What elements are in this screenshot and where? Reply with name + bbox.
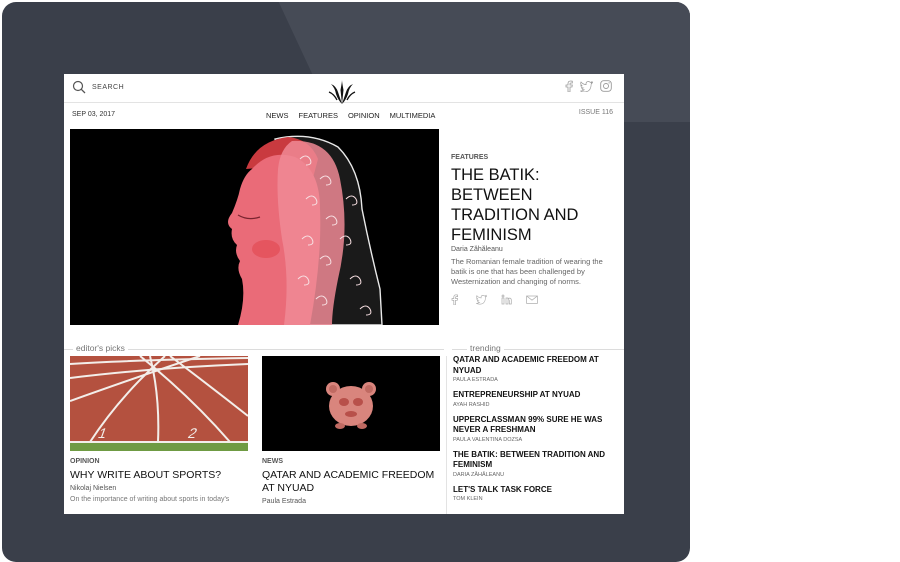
feature-title[interactable]: THE BATIK: BETWEEN TRADITION AND FEMINIS… xyxy=(451,165,616,245)
sub-bar: SEP 03, 2017 NEWS FEATURES OPINION MULTI… xyxy=(64,102,624,126)
issue-date: SEP 03, 2017 xyxy=(72,111,116,118)
trending-author: PAULA ESTRADA xyxy=(453,377,498,383)
trending-title[interactable]: THE BATIK: BETWEEN TRADITION AND FEMINIS… xyxy=(453,450,613,471)
mail-icon[interactable] xyxy=(526,292,538,304)
nav-opinion[interactable]: OPINION xyxy=(348,111,380,120)
social-links xyxy=(565,80,612,92)
nav-multimedia[interactable]: MULTIMEDIA xyxy=(390,111,436,120)
trending-item[interactable]: THE BATIK: BETWEEN TRADITION AND FEMINIS… xyxy=(453,450,613,478)
search-label: SEARCH xyxy=(92,83,125,91)
trending-author: AYAH RASHID xyxy=(453,401,490,408)
pick-category[interactable]: NEWS xyxy=(262,458,283,465)
facebook-icon[interactable] xyxy=(565,80,573,92)
top-bar: SEARCH xyxy=(64,74,624,104)
search-icon xyxy=(72,80,86,94)
twitter-icon[interactable] xyxy=(580,80,593,92)
editors-picks-label: editor's picks xyxy=(73,343,128,353)
trending-item[interactable]: UPPERCLASSMAN 99% SURE HE WAS NEVER A FR… xyxy=(453,415,613,443)
search-button[interactable]: SEARCH xyxy=(72,80,124,94)
website-screen: SEARCH SEP 03, 2017 NEWS FEATURES OPINIO… xyxy=(64,74,624,514)
pick-category[interactable]: OPINION xyxy=(70,458,100,465)
trending-author: PAULA VALENTINA DOZSA xyxy=(453,436,523,443)
trending-title[interactable]: ENTREPRENEURSHIP AT NYUAD xyxy=(453,390,613,401)
pick-title[interactable]: WHY WRITE ABOUT SPORTS? xyxy=(70,469,248,482)
pick-description: On the importance of writing about sport… xyxy=(70,496,230,503)
pick-author[interactable]: Nikolaj Nielsen xyxy=(70,485,116,492)
pick-image-track[interactable]: 1 2 xyxy=(70,356,248,451)
pick-title[interactable]: QATAR AND ACADEMIC FREEDOM AT NYUAD xyxy=(262,469,440,495)
trending-item[interactable]: ENTREPRENEURSHIP AT NYUAD AYAH RASHID xyxy=(453,390,613,408)
column-divider xyxy=(446,356,447,514)
main-nav: NEWS FEATURES OPINION MULTIMEDIA xyxy=(266,111,435,120)
trending-label: trending xyxy=(467,343,504,353)
instagram-icon[interactable] xyxy=(600,80,612,92)
trending-list: QATAR AND ACADEMIC FREEDOM AT NYUAD PAUL… xyxy=(453,355,613,509)
nav-features[interactable]: FEATURES xyxy=(299,111,338,120)
pick-author[interactable]: Paula Estrada xyxy=(262,498,306,505)
trending-author: TOM KLEIN xyxy=(453,496,483,502)
linkedin-icon[interactable] xyxy=(501,292,512,305)
feature-description: The Romanian female tradition of wearing… xyxy=(451,257,603,286)
trending-title[interactable]: QATAR AND ACADEMIC FREEDOM AT NYUAD xyxy=(453,355,613,376)
feature-author[interactable]: Daria Zăhăleanu xyxy=(451,246,503,253)
batik-illustration xyxy=(70,129,439,325)
trending-item[interactable]: QATAR AND ACADEMIC FREEDOM AT NYUAD PAUL… xyxy=(453,355,613,383)
share-links xyxy=(451,292,538,306)
nav-news[interactable]: NEWS xyxy=(266,111,289,120)
issue-number[interactable]: ISSUE 116 xyxy=(579,109,613,116)
facebook-icon[interactable] xyxy=(451,292,462,306)
hero-image[interactable] xyxy=(70,129,439,325)
trending-item[interactable]: LET'S TALK TASK FORCE TOM KLEIN xyxy=(453,485,613,503)
trending-author: DARIA ZĂHĂLEANU xyxy=(453,471,505,478)
twitter-icon[interactable] xyxy=(476,292,488,305)
trending-title[interactable]: UPPERCLASSMAN 99% SURE HE WAS NEVER A FR… xyxy=(453,415,613,436)
pick-image-emoji[interactable] xyxy=(262,356,440,451)
trending-title[interactable]: LET'S TALK TASK FORCE xyxy=(453,485,613,496)
feature-category[interactable]: FEATURES xyxy=(451,154,488,161)
hamster-emoji-image xyxy=(262,356,440,451)
running-track-image: 1 2 xyxy=(70,356,248,451)
